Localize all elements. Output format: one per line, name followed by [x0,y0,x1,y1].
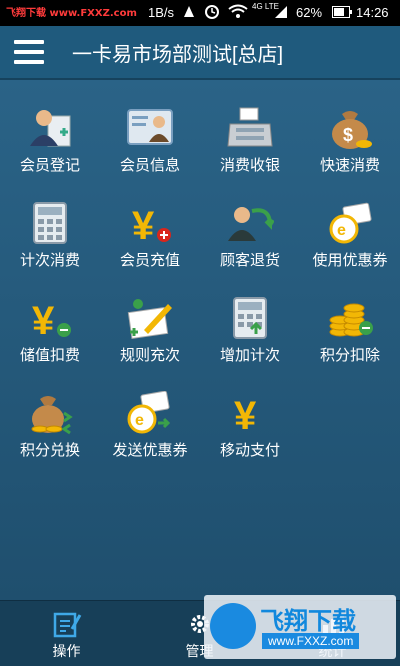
tile-rule-recharge[interactable]: 规则充次 [100,280,200,375]
tile-member-recharge[interactable]: ¥ 会员充值 [100,185,200,280]
battery-icon [332,6,352,21]
tile-label: 计次消费 [19,252,80,269]
tile-count-consume[interactable]: 计次消费 [0,185,100,280]
tile-label: 快速消费 [319,157,380,174]
rule-edit-icon [126,296,174,340]
edit-icon [52,609,82,639]
tile-points-exchange[interactable]: 积分兑换 [0,375,100,470]
svg-text:e: e [135,412,144,429]
tile-label: 规则充次 [119,347,180,364]
tile-points-deduct[interactable]: 积分扣除 [300,280,400,375]
tile-label: 移动支付 [219,442,280,459]
tile-customer-return[interactable]: 顾客退货 [200,185,300,280]
svg-text:e: e [337,222,346,239]
menu-icon[interactable] [14,40,44,64]
watermark-overlay: 飞翔下载 www.FXXZ.com [204,595,396,659]
tile-cashier[interactable]: 消费收银 [200,90,300,185]
svg-text:¥: ¥ [132,204,155,245]
cashier-icon [226,106,274,150]
money-bag-icon: $ [326,106,374,150]
yen-minus-icon: ¥ [26,296,74,343]
money-bag-exchange-icon [26,391,74,435]
tile-label: 消费收银 [219,157,280,174]
yen-add-icon: ¥ [126,201,174,248]
battery-percent: 62% [296,5,323,20]
wifi-icon [228,4,248,21]
tile-label: 增加计次 [219,347,280,364]
status-watermark: 飞翔下载 www.FXXZ.com [6,8,137,19]
tile-quick-consume[interactable]: $ 快速消费 [300,90,400,185]
clock: 14:26 [356,5,389,20]
tile-send-coupon[interactable]: e 发送优惠券 [100,375,200,470]
function-grid: 会员登记 会员信息 消费收银 $ 快速消费 计次消费 ¥ 会员充值 顾客退货 e… [0,80,400,600]
tile-member-info[interactable]: 会员信息 [100,90,200,185]
watermark-url: www.FXXZ.com [262,633,360,649]
tab-label: 操作 [52,644,81,660]
tile-member-register[interactable]: 会员登记 [0,90,100,185]
tile-label: 顾客退货 [219,252,280,269]
svg-text:$: $ [343,125,353,145]
calculator-icon [26,201,74,245]
watermark-logo-icon [210,603,256,649]
signal-icon [274,5,288,22]
network-speed: 1B/s [148,5,175,20]
tile-label: 储值扣费 [19,347,80,364]
tile-label: 使用优惠券 [312,252,388,269]
app-header: 一卡易市场部测试[总店] [0,26,400,80]
tile-add-count[interactable]: 增加计次 [200,280,300,375]
tile-label: 会员信息 [119,157,180,174]
watermark-brand: 飞翔下载 [260,608,356,635]
tile-label: 积分兑换 [19,442,80,459]
tile-use-coupon[interactable]: e 使用优惠券 [300,185,400,280]
tile-label: 会员登记 [19,157,80,174]
tile-label: 会员充值 [119,252,180,269]
member-register-icon [26,106,74,150]
coins-minus-icon [326,296,374,340]
coupon-send-icon: e [126,390,174,435]
tile-stored-value-deduct[interactable]: ¥ 储值扣费 [0,280,100,375]
status-bar: 飞翔下载 www.FXXZ.com 1B/s 4G LTE 62% 14:26 [0,0,400,26]
svg-text:¥: ¥ [32,299,55,340]
svg-text:¥: ¥ [234,394,257,435]
tab-operations[interactable]: 操作 [0,601,133,666]
do-not-disturb-icon [182,5,196,22]
customer-return-icon [226,201,275,245]
tile-mobile-payment[interactable]: ¥ 移动支付 [200,375,300,470]
page-title: 一卡易市场部测试[总店] [72,44,284,66]
member-info-icon [126,106,174,150]
coupon-icon: e [326,201,374,245]
yen-icon: ¥ [226,391,274,438]
calculator-add-icon [226,296,274,340]
alarm-icon [204,3,220,22]
tile-label: 积分扣除 [319,347,380,364]
tile-label: 发送优惠券 [112,442,188,459]
